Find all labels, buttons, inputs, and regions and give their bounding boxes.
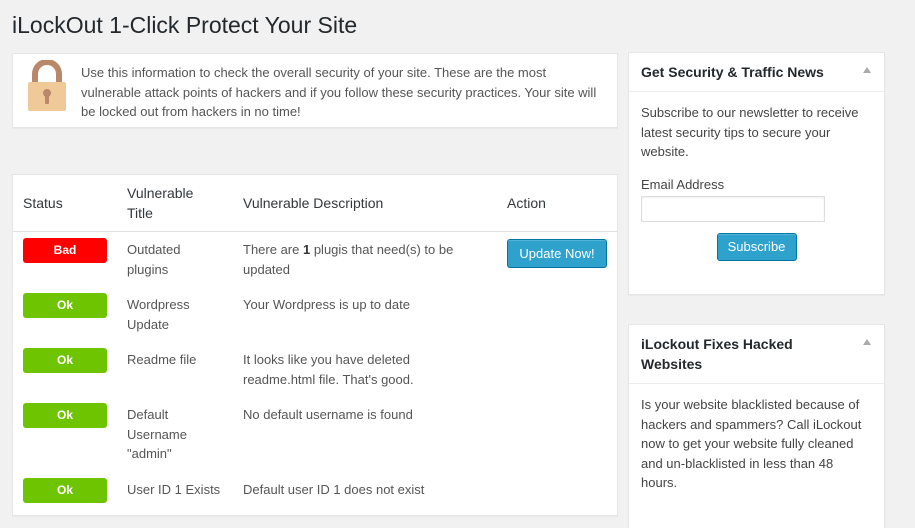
newsletter-widget-body: Subscribe to our newsletter to receive l… bbox=[629, 92, 884, 272]
collapse-arrow-icon[interactable] bbox=[863, 339, 871, 345]
header-vulnerable-title: Vulnerable Title bbox=[127, 185, 194, 221]
newsletter-widget-title: Get Security & Traffic News bbox=[641, 64, 824, 80]
email-field[interactable] bbox=[641, 196, 825, 222]
page-title: iLockOut 1-Click Protect Your Site bbox=[12, 12, 358, 38]
header-vulnerable-description: Vulnerable Description bbox=[243, 195, 384, 211]
row-description: No default username is found bbox=[243, 407, 413, 422]
row-title: Readme file bbox=[127, 352, 197, 367]
status-badge-ok: Ok bbox=[23, 403, 107, 428]
padlock-icon bbox=[28, 60, 66, 111]
newsletter-widget-header[interactable]: Get Security & Traffic News bbox=[629, 53, 884, 92]
collapse-arrow-icon[interactable] bbox=[863, 67, 871, 73]
hacked-fix-widget-body: Is your website blacklisted because of h… bbox=[629, 384, 884, 504]
hacked-fix-widget-header[interactable]: iLockout Fixes Hacked Websites bbox=[629, 325, 884, 384]
vulnerability-table: Status Vulnerable Title Vulnerable Descr… bbox=[12, 174, 618, 516]
newsletter-widget: Get Security & Traffic News Subscribe to… bbox=[628, 52, 885, 295]
email-label: Email Address bbox=[641, 176, 725, 192]
row-title: Default Username "admin" bbox=[127, 407, 187, 461]
row-title: Wordpress Update bbox=[127, 297, 190, 332]
row-title: Outdated plugins bbox=[127, 242, 181, 277]
header-action: Action bbox=[507, 195, 546, 211]
row-description: Your Wordpress is up to date bbox=[243, 297, 410, 312]
row-title: User ID 1 Exists bbox=[127, 482, 221, 497]
header-status: Status bbox=[23, 195, 63, 211]
update-now-button[interactable]: Update Now! bbox=[507, 239, 607, 268]
status-badge-bad: Bad bbox=[23, 238, 107, 263]
table-header: Status Vulnerable Title Vulnerable Descr… bbox=[13, 175, 617, 232]
hacked-fix-widget-title: iLockout Fixes Hacked Websites bbox=[641, 336, 793, 372]
info-notice: Use this information to check the overal… bbox=[12, 53, 618, 128]
row-description: Default user ID 1 does not exist bbox=[243, 482, 425, 497]
status-badge-ok: Ok bbox=[23, 478, 107, 503]
status-badge-ok: Ok bbox=[23, 348, 107, 373]
notice-text: Use this information to check the overal… bbox=[81, 65, 597, 119]
row-description: It looks like you have deleted readme.ht… bbox=[243, 352, 414, 387]
hacked-fix-widget: iLockout Fixes Hacked Websites Is your w… bbox=[628, 324, 885, 528]
status-badge-ok: Ok bbox=[23, 293, 107, 318]
hacked-fix-text: Is your website blacklisted because of h… bbox=[641, 397, 862, 490]
subscribe-button[interactable]: Subscribe bbox=[716, 233, 797, 261]
newsletter-text: Subscribe to our newsletter to receive l… bbox=[641, 105, 859, 159]
row-description: There are 1 plugis that need(s) to be up… bbox=[243, 242, 454, 277]
